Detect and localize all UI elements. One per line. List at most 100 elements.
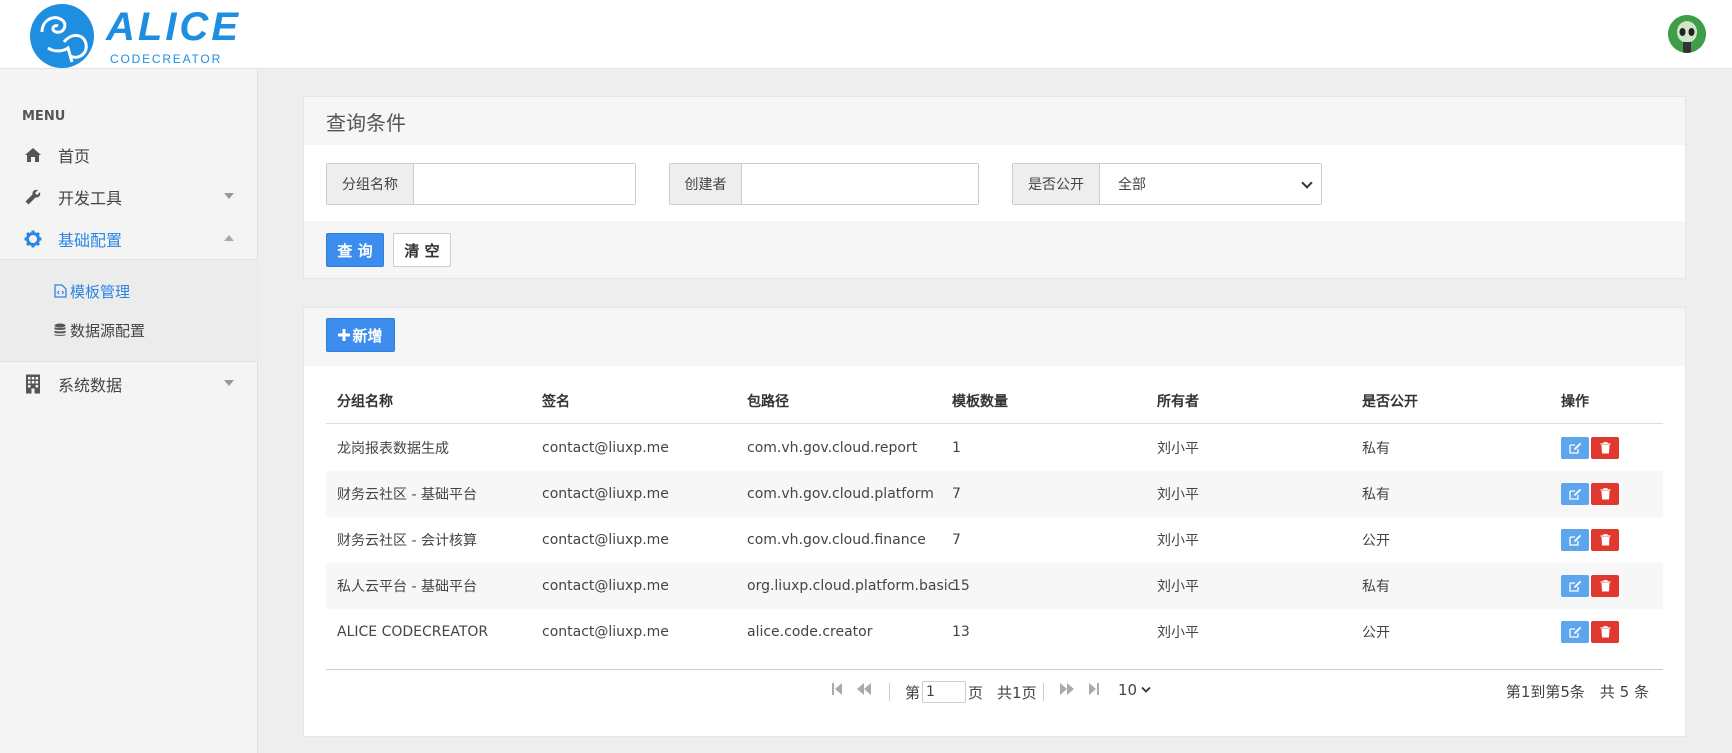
- sidebar-item-dev-tools[interactable]: 开发工具: [0, 176, 258, 218]
- column-header: 分组名称: [337, 393, 393, 410]
- next-page-button[interactable]: [1059, 682, 1075, 696]
- sidebar-subitem-datasource[interactable]: 数据源配置: [54, 318, 145, 342]
- sidebar-item-base-config[interactable]: 基础配置: [0, 218, 258, 260]
- cell-owner: 刘小平: [1157, 441, 1199, 457]
- database-icon: [54, 323, 68, 337]
- cell-package-path: com.vh.gov.cloud.platform: [747, 486, 934, 502]
- clear-button[interactable]: 清 空: [393, 233, 451, 267]
- home-icon: [23, 145, 43, 165]
- cell-group-name: ALICE CODECREATOR: [337, 624, 489, 640]
- table-header-row: 分组名称 签名 包路径 模板数量 所有者 是否公开 操作: [326, 378, 1663, 424]
- creator-field: 创建者: [669, 163, 979, 205]
- prev-page-button[interactable]: [856, 682, 872, 696]
- delete-button[interactable]: [1591, 575, 1619, 597]
- query-panel-title: 查询条件: [326, 110, 406, 135]
- table-row[interactable]: 私人云平台 - 基础平台 contact@liuxp.me org.liuxp.…: [326, 563, 1663, 609]
- delete-button[interactable]: [1591, 529, 1619, 551]
- logo-title: ALICE: [106, 5, 241, 49]
- creator-label: 创建者: [670, 164, 742, 204]
- add-button[interactable]: 新增: [326, 318, 395, 352]
- top-header: ALICE CODECREATOR: [0, 0, 1732, 69]
- app-logo[interactable]: ALICE CODECREATOR: [28, 2, 241, 70]
- edit-button[interactable]: [1561, 437, 1589, 459]
- cell-signature: contact@liuxp.me: [542, 578, 669, 594]
- edit-button[interactable]: [1561, 621, 1589, 643]
- sidebar-submenu: 模板管理 数据源配置: [0, 259, 258, 362]
- last-page-icon: [1089, 683, 1099, 695]
- sidebar-subitem-label: 数据源配置: [70, 321, 146, 340]
- trash-icon: [1600, 534, 1610, 546]
- group-name-field: 分组名称: [326, 163, 636, 205]
- public-select[interactable]: 全部: [1100, 164, 1321, 204]
- delete-button[interactable]: [1591, 483, 1619, 505]
- chevron-up-icon: [224, 235, 234, 241]
- table-row[interactable]: 龙岗报表数据生成 contact@liuxp.me com.vh.gov.clo…: [326, 425, 1663, 471]
- edit-button[interactable]: [1561, 483, 1589, 505]
- pagination-divider: [1043, 683, 1044, 701]
- edit-icon: [1568, 442, 1581, 454]
- trash-icon: [1600, 442, 1610, 454]
- column-header: 签名: [542, 393, 570, 410]
- delete-button[interactable]: [1591, 621, 1619, 643]
- cell-template-count: 7: [952, 486, 961, 502]
- sidebar-subitem-template-manage[interactable]: 模板管理: [54, 279, 130, 303]
- delete-button[interactable]: [1591, 437, 1619, 459]
- group-name-input[interactable]: [414, 164, 635, 204]
- table-row[interactable]: ALICE CODECREATOR contact@liuxp.me alice…: [326, 609, 1663, 655]
- cell-signature: contact@liuxp.me: [542, 440, 669, 456]
- table-row[interactable]: 财务云社区 - 会计核算 contact@liuxp.me com.vh.gov…: [326, 517, 1663, 563]
- cell-owner: 刘小平: [1157, 533, 1199, 549]
- page-suffix: 页: [968, 683, 984, 702]
- records-summary: 第1到第5条 共 5 条: [1505, 683, 1649, 701]
- query-panel: 查询条件 分组名称 创建者 是否公开 全部 查 询 清 空: [303, 96, 1686, 279]
- logo-subtitle: CODECREATOR: [110, 52, 223, 66]
- edit-icon: [1568, 488, 1581, 500]
- sidebar-item-system-data[interactable]: 系统数据: [0, 363, 258, 405]
- page-size-select[interactable]: 10: [1118, 681, 1151, 699]
- cell-package-path: com.vh.gov.cloud.finance: [747, 532, 926, 548]
- column-header: 操作: [1561, 393, 1589, 410]
- cell-owner: 刘小平: [1157, 487, 1199, 503]
- total-pages: 共1页: [997, 683, 1037, 702]
- cell-group-name: 财务云社区 - 会计核算: [337, 533, 477, 549]
- add-button-label: 新增: [352, 326, 383, 345]
- trash-icon: [1600, 488, 1610, 500]
- public-select-value: 全部: [1118, 177, 1146, 193]
- table-row[interactable]: 财务云社区 - 基础平台 contact@liuxp.me com.vh.gov…: [326, 471, 1663, 517]
- page-size-value: 10: [1118, 681, 1138, 699]
- column-header: 所有者: [1157, 393, 1199, 410]
- cell-signature: contact@liuxp.me: [542, 624, 669, 640]
- column-header: 模板数量: [952, 393, 1008, 410]
- sidebar-item-label: 开发工具: [58, 189, 123, 208]
- edit-button[interactable]: [1561, 575, 1589, 597]
- last-page-button[interactable]: [1088, 682, 1100, 696]
- sidebar: MENU 首页 开发工具 基础配置 模板管理 数据源配置 系统数据: [0, 69, 258, 753]
- sidebar-item-label: 基础配置: [58, 231, 123, 250]
- user-avatar[interactable]: [1668, 15, 1706, 53]
- cell-signature: contact@liuxp.me: [542, 486, 669, 502]
- chevron-down-icon: [224, 380, 234, 386]
- sidebar-item-label: 首页: [58, 147, 91, 166]
- cell-owner: 刘小平: [1157, 579, 1199, 595]
- cell-group-name: 私人云平台 - 基础平台: [337, 579, 477, 595]
- edit-button[interactable]: [1561, 529, 1589, 551]
- chevron-down-icon: [224, 193, 234, 199]
- pagination-divider: [889, 683, 890, 701]
- cell-is-public: 私有: [1362, 487, 1390, 503]
- cell-template-count: 1: [952, 440, 961, 456]
- first-page-button[interactable]: [831, 682, 843, 696]
- page-number-input[interactable]: 1: [922, 681, 967, 703]
- creator-input[interactable]: [742, 164, 978, 204]
- search-button[interactable]: 查 询: [326, 233, 384, 267]
- alien-avatar-icon: [1668, 15, 1706, 53]
- group-name-label: 分组名称: [327, 164, 414, 204]
- chevron-down-icon: [1301, 177, 1313, 189]
- cell-package-path: org.liuxp.cloud.platform.basic: [747, 578, 956, 594]
- sidebar-item-home[interactable]: 首页: [0, 134, 258, 176]
- cell-is-public: 私有: [1362, 579, 1390, 595]
- gear-icon: [23, 229, 43, 249]
- trash-icon: [1600, 580, 1610, 592]
- cell-signature: contact@liuxp.me: [542, 532, 669, 548]
- cell-template-count: 15: [952, 578, 970, 594]
- cell-group-name: 财务云社区 - 基础平台: [337, 487, 477, 503]
